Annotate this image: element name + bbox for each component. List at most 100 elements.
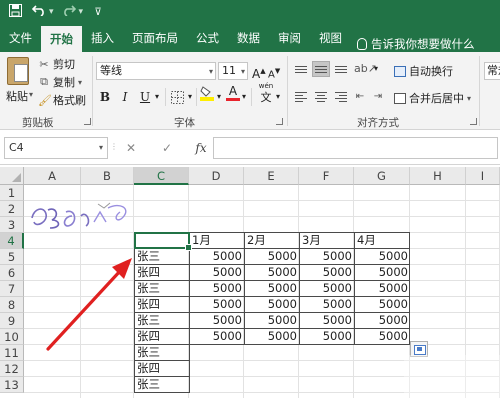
cell-c9[interactable]: 张三	[134, 313, 189, 329]
cell-c6[interactable]: 张四	[134, 265, 189, 281]
row-header-2[interactable]: 2	[0, 201, 24, 217]
cell-g10[interactable]: 5000	[354, 329, 410, 345]
cell-e5[interactable]: 5000	[244, 249, 299, 265]
cell-g4[interactable]: 4月	[354, 233, 410, 249]
cell-d9[interactable]: 5000	[189, 313, 244, 329]
increase-indent-icon[interactable]: ⇥	[370, 88, 386, 106]
column-header-e[interactable]: E	[244, 167, 299, 185]
save-icon[interactable]	[6, 3, 24, 21]
phonetic-guide-button[interactable]: wén 文	[256, 82, 276, 104]
copy-button[interactable]: ⧉ 复制 ▾	[38, 74, 82, 90]
tab-data[interactable]: 数据	[228, 24, 269, 52]
cell-f10[interactable]: 5000	[299, 329, 354, 345]
row-header-9[interactable]: 9	[0, 313, 24, 329]
align-right-icon[interactable]	[332, 89, 350, 105]
enter-button[interactable]: ✓	[157, 141, 177, 155]
column-header-h[interactable]: H	[410, 167, 466, 185]
cell-f13[interactable]	[299, 377, 354, 393]
tab-home[interactable]: 开始	[41, 26, 82, 52]
cell-e11[interactable]	[244, 345, 299, 361]
cell-g5[interactable]: 5000	[354, 249, 410, 265]
tell-me-box[interactable]: 告诉我你想要做什么	[351, 36, 475, 52]
undo-dropdown-icon[interactable]: ▾	[49, 7, 54, 17]
tab-page-layout[interactable]: 页面布局	[123, 24, 187, 52]
cell-g6[interactable]: 5000	[354, 265, 410, 281]
font-launcher-icon[interactable]	[276, 118, 283, 125]
column-header-g[interactable]: G	[354, 167, 410, 185]
formula-input[interactable]	[213, 137, 498, 159]
cell-e9[interactable]: 5000	[244, 313, 299, 329]
cell-f9[interactable]: 5000	[299, 313, 354, 329]
alignment-launcher-icon[interactable]	[470, 118, 477, 125]
paste-dropdown-icon[interactable]: ▾	[29, 90, 33, 99]
cell-f7[interactable]: 5000	[299, 281, 354, 297]
insert-function-button[interactable]: fx	[191, 141, 211, 155]
row-header-8[interactable]: 8	[0, 297, 24, 313]
clipboard-launcher-icon[interactable]	[84, 118, 91, 125]
paste-button[interactable]: 粘贴	[6, 88, 28, 104]
cell-d11[interactable]	[189, 345, 244, 361]
row-header-4[interactable]: 4	[0, 233, 24, 249]
column-header-i[interactable]: I	[466, 167, 500, 185]
select-all-button[interactable]	[0, 167, 24, 185]
cell-d4[interactable]: 1月	[189, 233, 244, 249]
cell-d7[interactable]: 5000	[189, 281, 244, 297]
cell-g12[interactable]	[354, 361, 410, 377]
cell-c12[interactable]: 张四	[134, 361, 189, 377]
cancel-button[interactable]: ✕	[121, 141, 141, 155]
tab-view[interactable]: 视图	[310, 24, 351, 52]
cell-f6[interactable]: 5000	[299, 265, 354, 281]
font-color-button[interactable]: A	[226, 85, 240, 103]
phonetic-dropdown-icon[interactable]: ▾	[274, 88, 282, 106]
row-header-6[interactable]: 6	[0, 265, 24, 281]
decrease-indent-icon[interactable]: ⇤	[352, 88, 368, 106]
underline-button[interactable]: U	[138, 88, 152, 106]
underline-dropdown-icon[interactable]: ▾	[153, 88, 161, 106]
wrap-text-button[interactable]: 自动换行	[394, 63, 453, 79]
cell-f8[interactable]: 5000	[299, 297, 354, 313]
font-size-select[interactable]: 11 ▾	[218, 62, 248, 80]
column-header-b[interactable]: B	[81, 167, 134, 185]
row-header-13[interactable]: 13	[0, 377, 24, 393]
cell-g13[interactable]	[354, 377, 410, 393]
tab-review[interactable]: 审阅	[269, 24, 310, 52]
row-header-3[interactable]: 3	[0, 217, 24, 233]
column-header-a[interactable]: A	[24, 167, 81, 185]
cell-c13[interactable]: 张三	[134, 377, 189, 393]
cell-f4[interactable]: 3月	[299, 233, 354, 249]
cell-d12[interactable]	[189, 361, 244, 377]
font-color-dropdown-icon[interactable]: ▾	[240, 88, 248, 106]
cell-c11[interactable]: 张三	[134, 345, 189, 361]
format-painter-button[interactable]: 🖌 格式刷	[38, 92, 86, 108]
row-header-5[interactable]: 5	[0, 249, 24, 265]
align-top-icon[interactable]	[292, 61, 310, 77]
borders-dropdown-icon[interactable]: ▾	[186, 88, 194, 106]
cell-e7[interactable]: 5000	[244, 281, 299, 297]
fill-color-icon[interactable]	[199, 85, 215, 103]
cut-button[interactable]: ✂ 剪切	[38, 56, 75, 72]
cell-d8[interactable]: 5000	[189, 297, 244, 313]
number-format-select[interactable]: 常规	[484, 62, 500, 80]
row-header-7[interactable]: 7	[0, 281, 24, 297]
cell-c5[interactable]: 张三	[134, 249, 189, 265]
customize-quick-access-icon[interactable]: ⊽	[89, 7, 107, 18]
orientation-icon[interactable]: ab↗	[354, 60, 377, 78]
tab-formulas[interactable]: 公式	[187, 24, 228, 52]
cell-d13[interactable]	[189, 377, 244, 393]
cell-d5[interactable]: 5000	[189, 249, 244, 265]
bold-button[interactable]: B	[98, 88, 112, 106]
orientation-dropdown-icon[interactable]: ▾	[372, 60, 380, 78]
merge-dropdown-icon[interactable]: ▾	[467, 94, 471, 103]
row-header-1[interactable]: 1	[0, 185, 24, 201]
column-header-f[interactable]: F	[299, 167, 354, 185]
cell-e12[interactable]	[244, 361, 299, 377]
align-bottom-icon[interactable]	[332, 61, 350, 77]
row-header-12[interactable]: 12	[0, 361, 24, 377]
cell-d10[interactable]: 5000	[189, 329, 244, 345]
align-left-icon[interactable]	[292, 89, 310, 105]
cell-g7[interactable]: 5000	[354, 281, 410, 297]
shrink-font-button[interactable]: A▼	[268, 62, 280, 80]
cell-c8[interactable]: 张四	[134, 297, 189, 313]
cell-f12[interactable]	[299, 361, 354, 377]
cell-e6[interactable]: 5000	[244, 265, 299, 281]
